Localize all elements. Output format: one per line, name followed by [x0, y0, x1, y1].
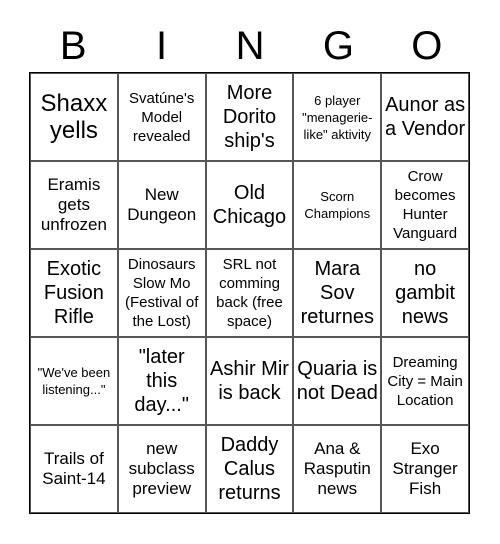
bingo-cell[interactable]: SRL not comming back (free space)	[205, 249, 294, 337]
bingo-cell[interactable]: Quaria is not Dead	[293, 337, 382, 425]
bingo-cell[interactable]: More Dorito ship's	[205, 73, 294, 161]
bingo-cell[interactable]: Dreaming City = Main Location	[381, 337, 469, 425]
bingo-cell-text: Ashir Mir is back	[210, 358, 289, 404]
bingo-cell[interactable]: Svatúne's Model revealed	[117, 73, 206, 161]
bingo-cell[interactable]: Ashir Mir is back	[205, 337, 294, 425]
bingo-cell-text: More Dorito ship's	[222, 82, 277, 152]
bingo-cell[interactable]: 6 player "menagerie-like" aktivity	[293, 73, 382, 161]
bingo-cell[interactable]: Trails of Saint-14	[30, 425, 118, 513]
bingo-cell-text: Shaxx yells	[40, 90, 108, 144]
bingo-cell-text: new subclass preview	[128, 439, 195, 498]
bingo-cell[interactable]: Old Chicago	[205, 161, 294, 249]
bingo-cell-text: 6 player "menagerie-like" aktivity	[302, 92, 373, 142]
bingo-cell[interactable]: Dinosaurs Slow Mo (Festival of the Lost)	[117, 249, 206, 337]
bingo-cell-text: Exo Stranger Fish	[392, 439, 458, 498]
bingo-cell[interactable]: Exotic Fusion Rifle	[30, 249, 118, 337]
bingo-cell[interactable]: Ana & Rasputin news	[293, 425, 382, 513]
bingo-cell-text: Ana & Rasputin news	[303, 439, 371, 498]
bingo-cell-text: Trails of Saint-14	[42, 449, 106, 488]
bingo-cell[interactable]: Aunor as a Vendor	[381, 73, 469, 161]
bingo-cell-text: Svatúne's Model revealed	[128, 89, 195, 145]
bingo-cell-text: Dreaming City = Main Location	[387, 353, 463, 409]
header-letter-i: I	[156, 24, 168, 68]
bingo-cell[interactable]: no gambit news	[381, 249, 469, 337]
bingo-cell-text: Dinosaurs Slow Mo (Festival of the Lost)	[125, 256, 199, 330]
bingo-cell-text: Exotic Fusion Rifle	[43, 258, 104, 328]
bingo-cell-text: Quaria is not Dead	[296, 358, 378, 404]
bingo-cell[interactable]: Scorn Champions	[293, 161, 382, 249]
bingo-cell[interactable]: new subclass preview	[117, 425, 206, 513]
bingo-cell[interactable]: Crow becomes Hunter Vanguard	[381, 161, 469, 249]
bingo-cell[interactable]: New Dungeon	[117, 161, 206, 249]
bingo-cell-text: no gambit news	[395, 258, 456, 328]
bingo-cell[interactable]: Mara Sov returnes	[293, 249, 382, 337]
bingo-cell-text: Aunor as a Vendor	[385, 94, 466, 140]
bingo-cell[interactable]: Eramis gets unfrozen	[30, 161, 118, 249]
header-letter-n: N	[235, 24, 265, 68]
bingo-cell-text: Daddy Calus returns	[218, 434, 281, 504]
bingo-cell[interactable]: "later this day..."	[117, 337, 206, 425]
bingo-cell-text: New Dungeon	[127, 185, 197, 224]
bingo-cell-text: Mara Sov returnes	[300, 258, 374, 328]
bingo-cell[interactable]: Daddy Calus returns	[205, 425, 294, 513]
bingo-header: B I N G O	[29, 22, 471, 70]
bingo-cell-text: Old Chicago	[212, 182, 287, 228]
bingo-cell[interactable]: "We've been listening..."	[30, 337, 118, 425]
bingo-cell-text: "later this day..."	[134, 346, 189, 416]
header-letter-g: G	[322, 24, 354, 68]
bingo-cell-text: Scorn Champions	[304, 189, 371, 221]
bingo-cell[interactable]: Exo Stranger Fish	[381, 425, 469, 513]
bingo-cell-text: Crow becomes Hunter Vanguard	[393, 168, 458, 242]
bingo-grid: Shaxx yells Svatúne's Model revealed More …	[29, 72, 470, 514]
header-letter-b: B	[59, 24, 87, 68]
bingo-cell-text: SRL not comming back (free space)	[216, 256, 283, 330]
bingo-cell[interactable]: Shaxx yells	[30, 73, 118, 161]
header-letter-o: O	[411, 24, 443, 68]
bingo-cell-text: Eramis gets unfrozen	[40, 175, 107, 234]
bingo-cell-text: "We've been listening..."	[37, 365, 111, 397]
